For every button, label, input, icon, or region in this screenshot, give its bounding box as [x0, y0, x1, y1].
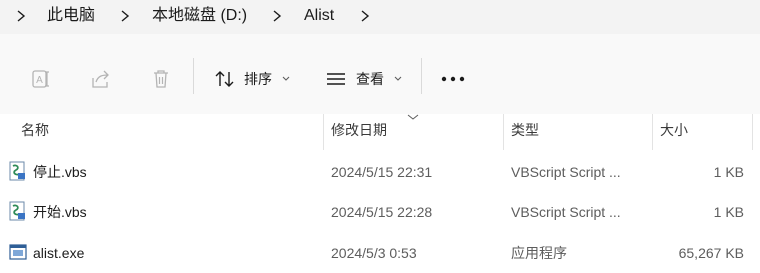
vbs-file-icon — [9, 201, 25, 221]
sort-button[interactable]: 排序 — [204, 59, 304, 99]
svg-text:A: A — [36, 75, 43, 86]
file-date: 2024/5/3 0:53 — [331, 245, 417, 261]
column-divider[interactable] — [503, 114, 504, 150]
column-headers: 名称 修改日期 类型 大小 — [0, 114, 760, 150]
rename-icon[interactable]: A — [30, 68, 52, 90]
file-type: VBScript Script ... — [511, 164, 621, 180]
chevron-right-icon[interactable] — [118, 8, 132, 24]
chevron-right-icon[interactable] — [14, 8, 28, 24]
column-header-date[interactable]: 修改日期 — [331, 120, 387, 140]
toolbar-divider — [421, 58, 422, 94]
file-explorer-window: 此电脑 本地磁盘 (D:) Alist A 排序 查看 名称 修改日期 类型 大… — [0, 0, 760, 273]
chevron-down-icon — [394, 76, 402, 81]
file-name: alist.exe — [33, 245, 85, 261]
breadcrumb-item-alist[interactable]: Alist — [304, 3, 334, 29]
chevron-right-icon[interactable] — [358, 8, 372, 24]
file-name: 停止.vbs — [33, 164, 87, 180]
toolbar-divider — [193, 58, 194, 94]
column-header-size[interactable]: 大小 — [660, 120, 688, 140]
more-icon[interactable] — [440, 74, 466, 84]
file-row[interactable]: 停止.vbs 2024/5/15 22:31 VBScript Script .… — [0, 152, 760, 192]
column-divider[interactable] — [323, 114, 324, 150]
vbs-file-icon — [9, 161, 25, 181]
file-name: 开始.vbs — [33, 204, 87, 220]
file-date: 2024/5/15 22:28 — [331, 204, 433, 220]
breadcrumb-item-this-pc[interactable]: 此电脑 — [47, 3, 95, 29]
sort-desc-icon — [407, 114, 419, 120]
sort-label: 排序 — [244, 71, 272, 87]
column-divider[interactable] — [652, 114, 653, 150]
exe-file-icon — [9, 244, 27, 260]
file-date: 2024/5/15 22:31 — [331, 164, 433, 180]
view-button[interactable]: 查看 — [316, 59, 416, 99]
breadcrumb-item-local-disk[interactable]: 本地磁盘 (D:) — [152, 3, 247, 29]
file-row[interactable]: alist.exe 2024/5/3 0:53 应用程序 65,267 KB — [0, 233, 760, 273]
column-header-name[interactable]: 名称 — [21, 120, 49, 140]
file-type: 应用程序 — [511, 245, 567, 261]
command-bar: A 排序 查看 — [0, 34, 760, 115]
column-divider[interactable] — [752, 114, 753, 150]
file-type: VBScript Script ... — [511, 204, 621, 220]
view-label: 查看 — [356, 71, 384, 87]
view-icon — [327, 73, 345, 85]
address-breadcrumb: 此电脑 本地磁盘 (D:) Alist — [0, 0, 760, 34]
file-size: 1 KB — [713, 204, 744, 220]
delete-icon[interactable] — [150, 68, 172, 90]
sort-icon — [215, 71, 234, 87]
file-size: 1 KB — [713, 164, 744, 180]
share-icon[interactable] — [90, 68, 112, 90]
chevron-right-icon[interactable] — [270, 8, 284, 24]
chevron-down-icon — [282, 76, 290, 81]
file-size: 65,267 KB — [678, 245, 744, 261]
column-header-type[interactable]: 类型 — [511, 120, 539, 140]
file-row[interactable]: 开始.vbs 2024/5/15 22:28 VBScript Script .… — [0, 192, 760, 232]
